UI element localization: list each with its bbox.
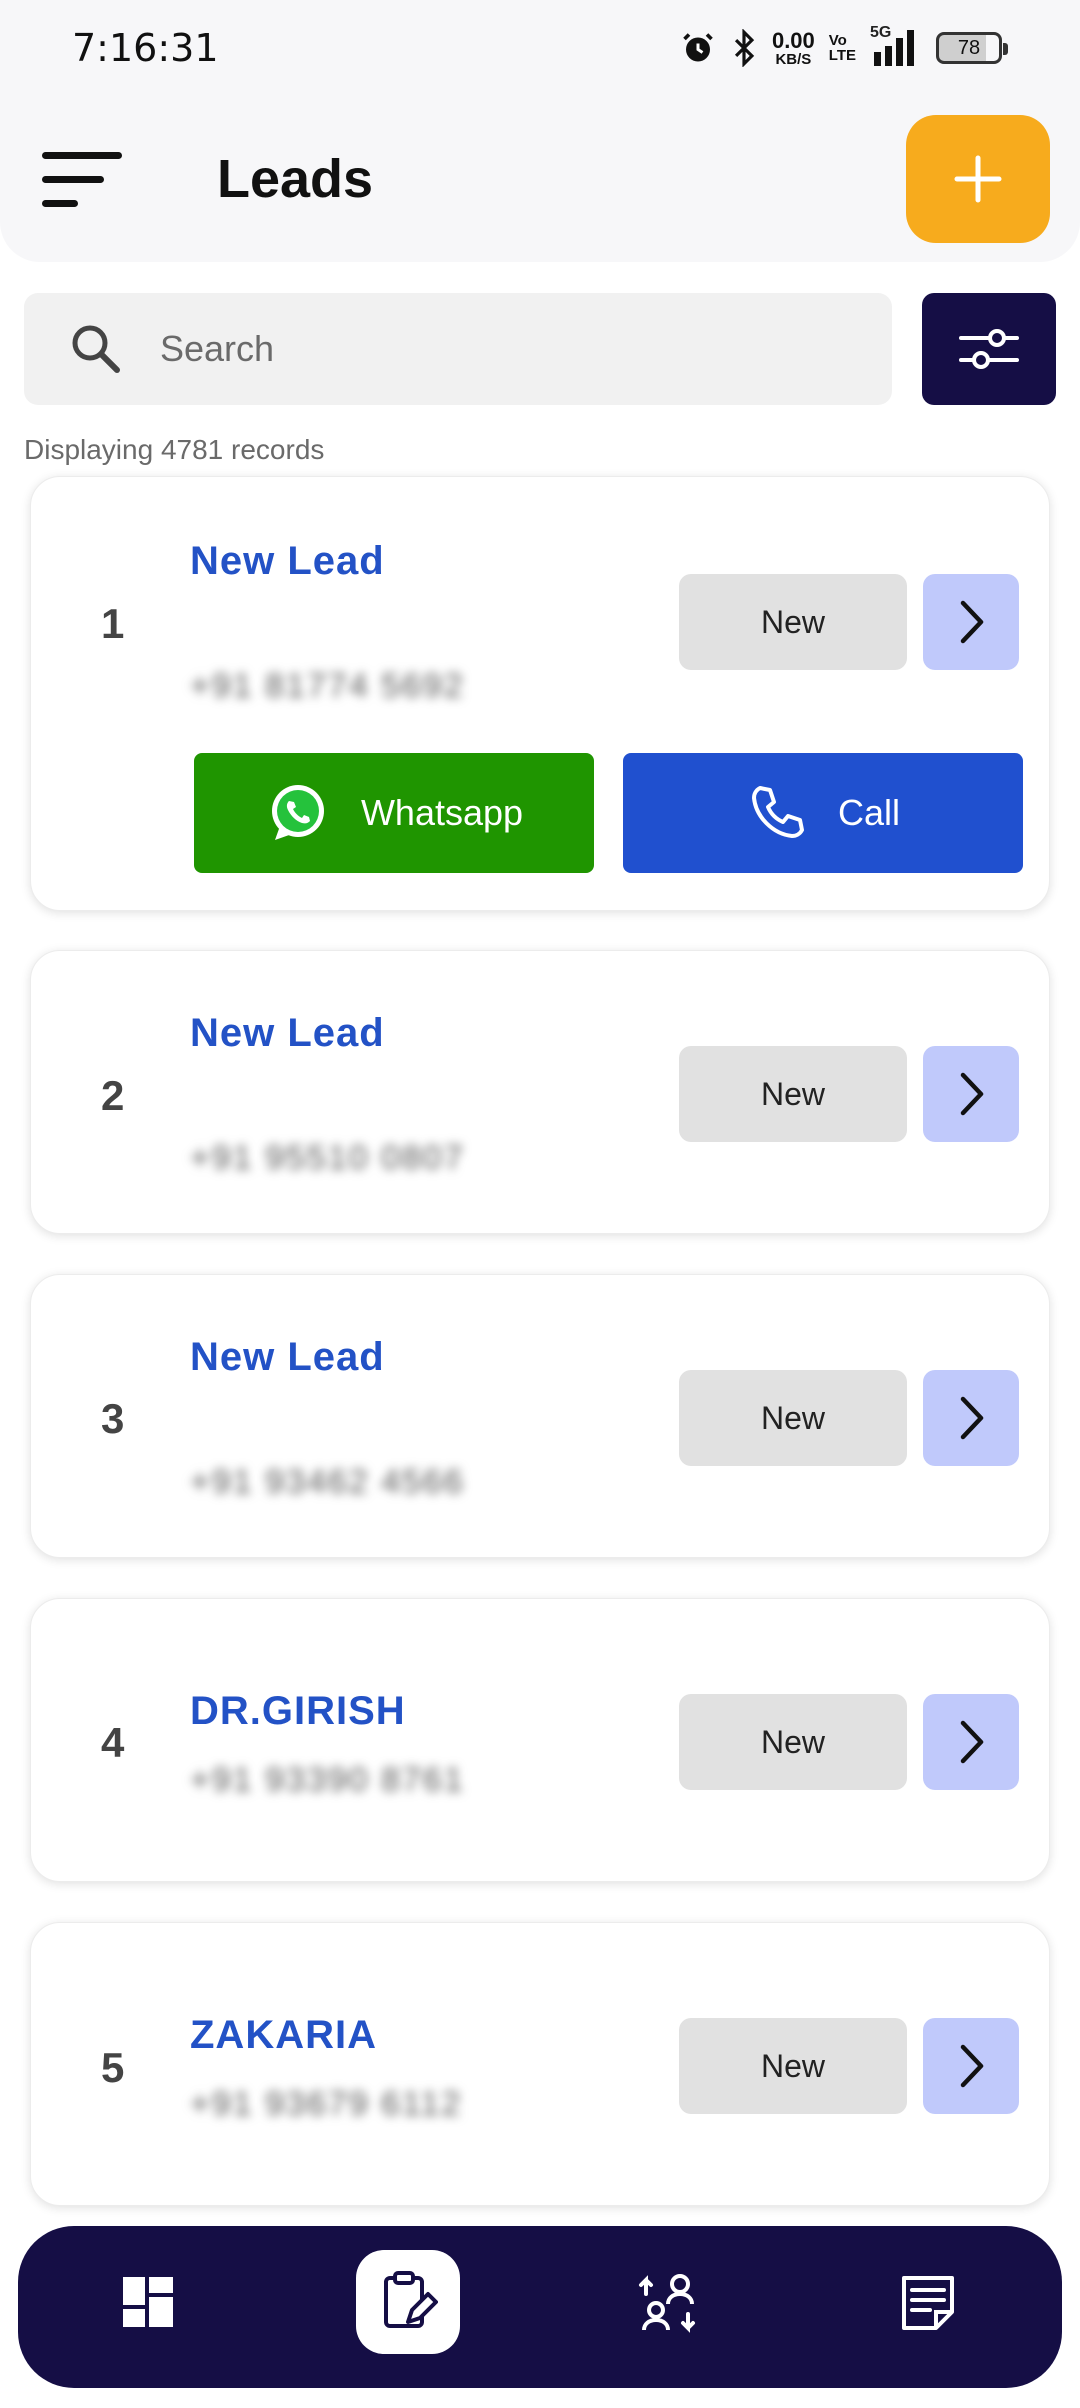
search-icon — [72, 325, 120, 373]
lead-card[interactable]: 1 New Lead +91 81774 5692 New Whatsapp C… — [30, 476, 1050, 911]
lead-phone: +91 93462 4566 — [190, 1463, 465, 1501]
network-speed: 0.00 KB/S — [771, 27, 815, 68]
whatsapp-label: Whatsapp — [360, 792, 524, 833]
dashboard-icon — [123, 2277, 173, 2327]
bluetooth-icon — [734, 29, 755, 67]
status-badge[interactable]: New — [679, 1046, 907, 1142]
lead-phone: +91 93679 6112 — [190, 2085, 463, 2123]
phone-icon — [751, 786, 804, 838]
plus-icon — [954, 155, 1002, 203]
nav-dashboard[interactable] — [96, 2250, 200, 2354]
open-lead-button[interactable] — [923, 574, 1019, 670]
call-button[interactable]: Call — [623, 753, 1023, 873]
status-icons: 0.00 KB/S Vo LTE 5G 78 — [680, 24, 1008, 70]
signal-5g: 5G — [870, 24, 922, 68]
lead-card[interactable]: 2 New Lead +91 95510 0807 New — [30, 950, 1050, 1234]
lead-phone: +91 95510 0807 — [190, 1139, 465, 1177]
lead-index: 1 — [101, 600, 125, 647]
alarm-icon — [683, 33, 713, 62]
status-badge[interactable]: New — [679, 1694, 907, 1790]
lead-name[interactable]: New Lead — [190, 539, 385, 584]
open-lead-button[interactable] — [923, 1370, 1019, 1466]
status-time: 7:16:31 — [72, 26, 219, 70]
nav-users[interactable] — [616, 2250, 720, 2354]
open-lead-button[interactable] — [923, 2018, 1019, 2114]
lead-card[interactable]: 3 New Lead +91 93462 4566 New — [30, 1274, 1050, 1558]
sliders-icon — [959, 329, 1019, 369]
lead-card[interactable]: 5 ZAKARIA +91 93679 6112 New — [30, 1922, 1050, 2206]
leads-clipboard-icon — [384, 2271, 438, 2328]
lead-index: 3 — [101, 1395, 125, 1442]
lead-name[interactable]: DR.GIRISH — [190, 1689, 406, 1734]
chevron-right-icon — [960, 600, 984, 644]
status-badge[interactable]: New — [679, 1370, 907, 1466]
status-badge[interactable]: New — [679, 2018, 907, 2114]
add-lead-button[interactable] — [906, 115, 1050, 243]
lead-phone: +91 81774 5692 — [190, 667, 465, 705]
lead-index: 4 — [101, 1719, 125, 1766]
open-lead-button[interactable] — [923, 1046, 1019, 1142]
lead-name[interactable]: New Lead — [190, 1011, 385, 1056]
lead-name[interactable]: ZAKARIA — [190, 2013, 377, 2058]
status-bar: 7:16:31 0.00 KB/S Vo LTE 5G 78 — [0, 0, 1080, 96]
battery-indicator: 78 — [936, 32, 1008, 64]
page-title: Leads — [217, 149, 374, 209]
top-header-area: 7:16:31 0.00 KB/S Vo LTE 5G 78 Leads — [0, 0, 1080, 262]
users-transfer-icon — [639, 2274, 695, 2333]
call-label: Call — [837, 792, 900, 833]
lead-phone: +91 93390 8761 — [190, 1761, 465, 1799]
chevron-right-icon — [960, 2044, 984, 2088]
bottom-navigation — [18, 2226, 1062, 2388]
lead-name[interactable]: New Lead — [190, 1335, 385, 1380]
nav-leads[interactable] — [356, 2250, 460, 2354]
status-badge[interactable]: New — [679, 574, 907, 670]
filter-button[interactable] — [922, 293, 1056, 405]
lead-index: 5 — [101, 2044, 125, 2091]
chevron-right-icon — [960, 1072, 984, 1116]
records-count: Displaying 4781 records — [24, 434, 325, 465]
lead-index: 2 — [101, 1072, 125, 1119]
nav-notes[interactable] — [876, 2250, 980, 2354]
open-lead-button[interactable] — [923, 1694, 1019, 1790]
chevron-right-icon — [960, 1396, 984, 1440]
search-input[interactable] — [160, 328, 840, 370]
volte-indicator: Vo LTE — [828, 32, 856, 64]
chevron-right-icon — [960, 1720, 984, 1764]
notes-icon — [902, 2276, 954, 2330]
search-box[interactable] — [24, 293, 892, 405]
lead-card[interactable]: 4 DR.GIRISH +91 93390 8761 New — [30, 1598, 1050, 1882]
signal-bars-icon — [874, 30, 914, 66]
whatsapp-button[interactable]: Whatsapp — [194, 753, 594, 873]
whatsapp-icon — [271, 785, 324, 840]
menu-lines-icon[interactable] — [42, 150, 126, 210]
